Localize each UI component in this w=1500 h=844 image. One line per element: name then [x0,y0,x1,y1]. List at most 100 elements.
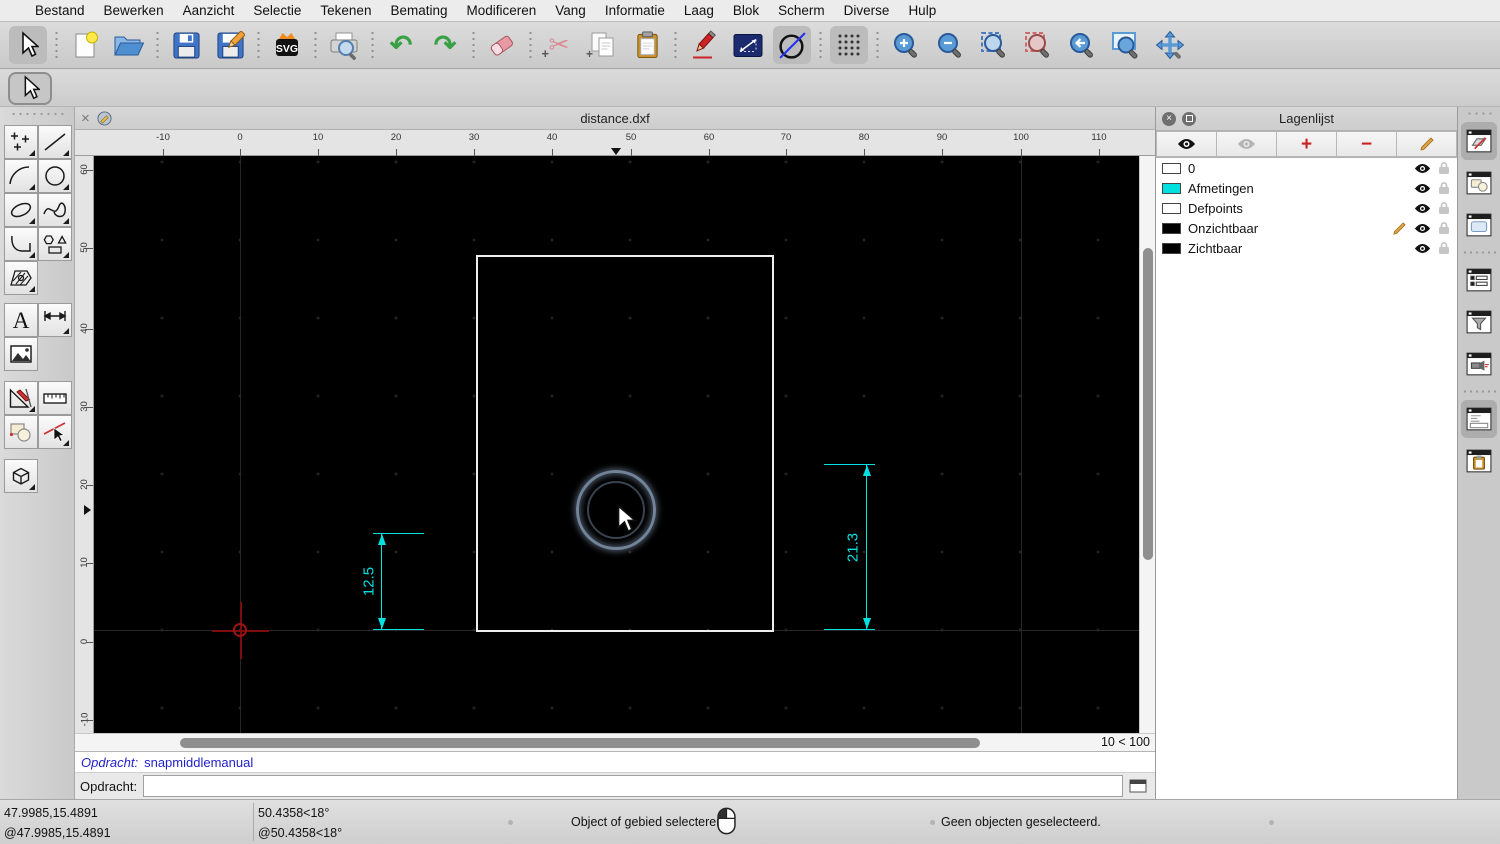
erase-button[interactable] [483,26,521,64]
open-file-button[interactable] [110,26,148,64]
palette-drag-handle[interactable] [10,111,64,117]
image-tool-button[interactable] [4,337,38,371]
line-tool-button[interactable] [38,125,72,159]
pan-button[interactable] [1151,26,1189,64]
command-input[interactable] [143,775,1123,797]
horizontal-scrollbar[interactable]: 10 < 100 [75,733,1155,751]
circle-tool-button[interactable] [773,26,811,64]
cut-button[interactable]: ✂ + [540,26,578,64]
layer-lock-toggle[interactable] [1438,221,1450,235]
vertical-scroll-thumb[interactable] [1143,248,1153,560]
rectangle-entity[interactable] [476,255,774,632]
menu-scherm[interactable]: Scherm [778,3,825,18]
point-tool-button[interactable] [4,125,38,159]
zoom-window-button[interactable] [1107,26,1145,64]
dimension-tool-button[interactable] [38,303,72,337]
print-preview-button[interactable] [325,26,363,64]
dock-drag-handle[interactable] [1466,111,1492,116]
redo-button[interactable]: ↷ [426,26,464,64]
menu-modificeren[interactable]: Modificeren [467,3,537,18]
menu-blok[interactable]: Blok [733,3,759,18]
horizontal-scroll-thumb[interactable] [180,738,980,748]
shape-tools-button[interactable] [38,227,72,261]
svg-export-button[interactable]: SVG [268,26,306,64]
hatch-tool-button[interactable] [4,261,38,295]
remove-layer-button[interactable]: − [1337,131,1397,157]
view-list-panel-toggle[interactable] [1461,206,1497,244]
layer-row-current[interactable]: Onzichtbaar [1156,218,1457,238]
block-tools-button[interactable] [4,415,38,449]
layer-color-swatch[interactable] [1162,242,1181,254]
show-all-layers-button[interactable] [1156,131,1217,157]
layer-row[interactable]: Afmetingen [1156,178,1457,198]
zoom-selection-button[interactable] [1019,26,1057,64]
drawing-canvas[interactable]: 12.5 21.3 [94,156,1139,733]
draw-pencil-button[interactable] [685,26,723,64]
grid-toggle-button[interactable] [830,26,868,64]
edit-layer-button[interactable] [1397,131,1457,157]
add-layer-button[interactable]: + [1277,131,1337,157]
zoom-previous-button[interactable] [1063,26,1101,64]
clipboard-panel-toggle[interactable] [1461,442,1497,480]
vertical-scrollbar[interactable] [1139,156,1155,733]
property-editor-panel-toggle[interactable] [1461,261,1497,299]
zoom-auto-button[interactable] [975,26,1013,64]
new-file-button[interactable] [66,26,104,64]
copy-button[interactable]: + [584,26,622,64]
selection-filter-panel-toggle[interactable] [1461,303,1497,341]
text-tool-button[interactable]: A [4,303,38,337]
layer-color-swatch[interactable] [1162,202,1181,214]
ellipse-tool-button[interactable] [4,193,38,227]
layer-lock-toggle[interactable] [1438,181,1450,195]
hide-all-layers-button[interactable] [1217,131,1277,157]
layer-list-panel-toggle[interactable] [1461,122,1497,160]
command-widget-toggle-button[interactable] [1129,778,1149,794]
selection-tool-button[interactable] [9,26,47,64]
selection-pointer-button[interactable] [8,71,52,105]
layer-color-swatch[interactable] [1162,182,1181,194]
layer-lock-toggle[interactable] [1438,241,1450,255]
menu-bestand[interactable]: Bestand [35,3,85,18]
layer-color-swatch[interactable] [1162,222,1181,234]
modify-tools-button[interactable] [4,381,38,415]
command-line-panel-toggle[interactable] [1461,400,1497,438]
menu-tekenen[interactable]: Tekenen [320,3,371,18]
layer-lock-toggle[interactable] [1438,161,1450,175]
distance-tool-button[interactable] [729,26,767,64]
library-browser-panel-toggle[interactable] [1461,345,1497,383]
menu-informatie[interactable]: Informatie [605,3,665,18]
menu-selectie[interactable]: Selectie [253,3,301,18]
menu-vang[interactable]: Vang [555,3,586,18]
layer-row[interactable]: Zichtbaar [1156,238,1457,258]
arc-tool-button[interactable] [4,159,38,193]
layer-visibility-toggle[interactable] [1414,183,1431,194]
undo-button[interactable]: ↶ [382,26,420,64]
viewport-3d-button[interactable] [4,459,38,493]
layer-color-swatch[interactable] [1162,162,1181,174]
zoom-out-button[interactable] [931,26,969,64]
block-list-panel-toggle[interactable] [1461,164,1497,202]
save-as-button[interactable] [211,26,249,64]
menu-bemating[interactable]: Bemating [390,3,447,18]
dim-extension-line [824,629,875,630]
save-button[interactable] [167,26,205,64]
polyline-tool-button[interactable] [4,227,38,261]
layer-visibility-toggle[interactable] [1414,203,1431,214]
layer-row[interactable]: Defpoints [1156,198,1457,218]
zoom-in-button[interactable] [887,26,925,64]
circle-tool-palette-button[interactable] [38,159,72,193]
measure-tools-button[interactable] [38,381,72,415]
layer-visibility-toggle[interactable] [1414,243,1431,254]
layer-visibility-toggle[interactable] [1414,163,1431,174]
menu-bewerken[interactable]: Bewerken [104,3,164,18]
menu-aanzicht[interactable]: Aanzicht [183,3,235,18]
menu-laag[interactable]: Laag [684,3,714,18]
paste-button[interactable] [628,26,666,64]
spline-tool-button[interactable] [38,193,72,227]
menu-diverse[interactable]: Diverse [844,3,890,18]
select-entity-button[interactable] [38,415,72,449]
layer-visibility-toggle[interactable] [1414,223,1431,234]
menu-hulp[interactable]: Hulp [908,3,936,18]
layer-row[interactable]: 0 [1156,158,1457,178]
layer-lock-toggle[interactable] [1438,201,1450,215]
